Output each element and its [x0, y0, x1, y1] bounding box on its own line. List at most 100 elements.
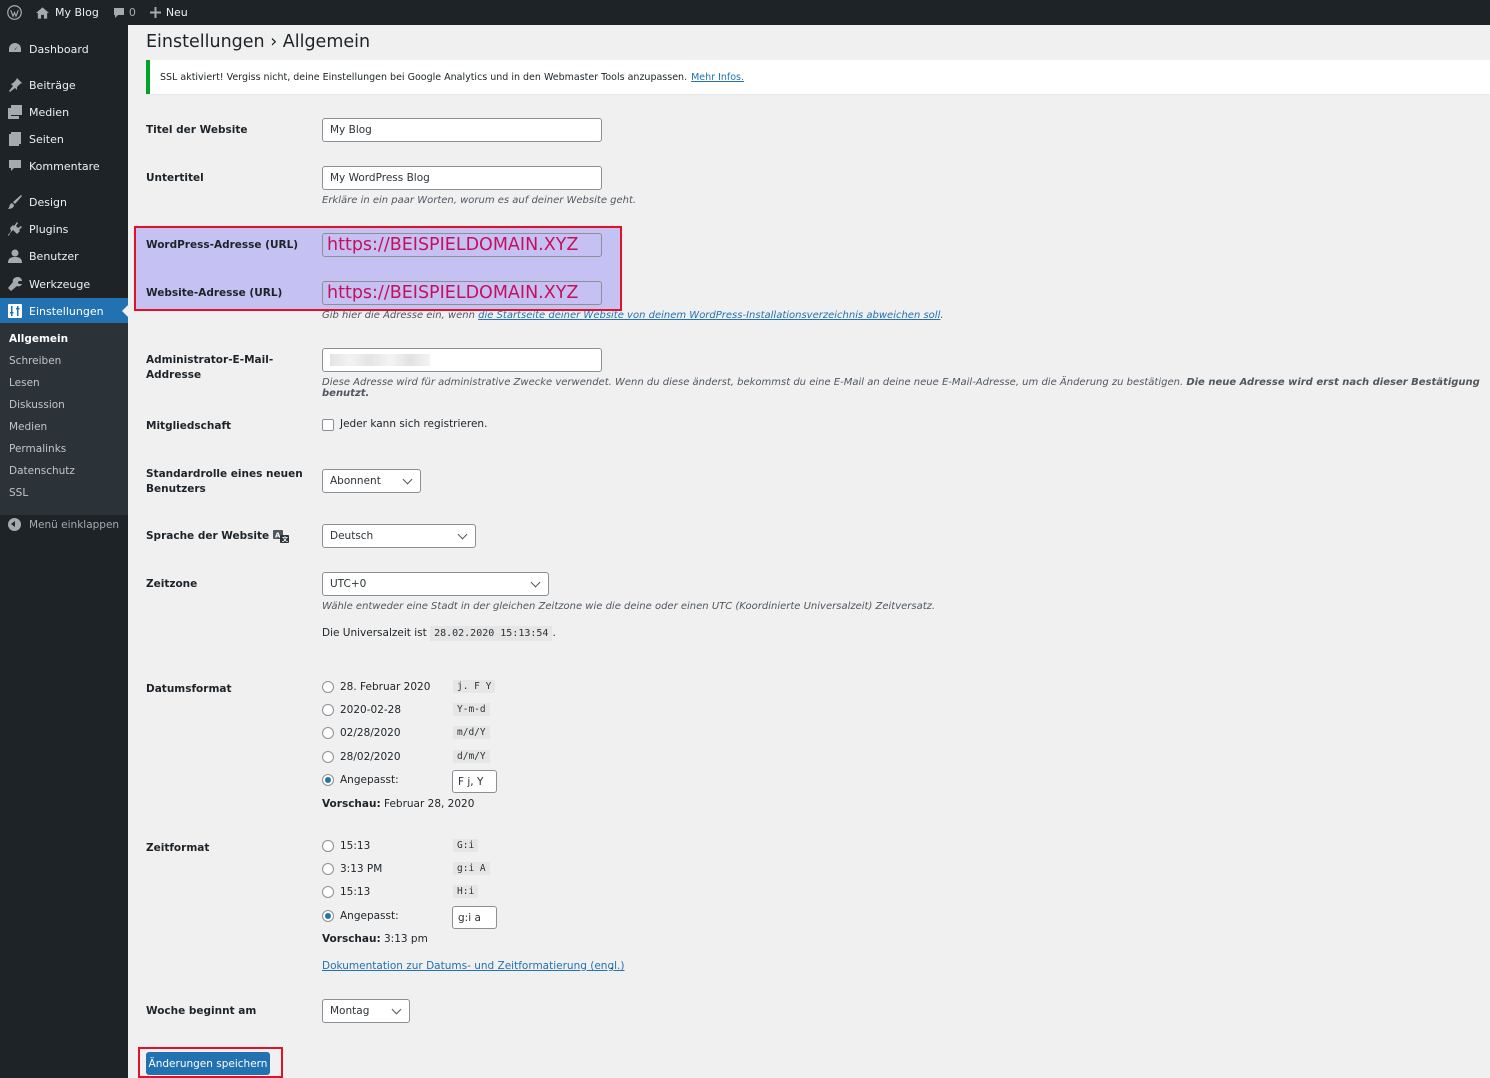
sidebar-item-media[interactable]: Medien	[0, 99, 128, 125]
settings-icon	[8, 304, 22, 318]
date-format-custom-input[interactable]: F j, Y	[452, 770, 497, 793]
time-format-option-1[interactable]: 15:13	[340, 840, 370, 852]
new-content-link[interactable]: Neu	[143, 0, 195, 25]
sidebar-item-plugins[interactable]: Plugins	[0, 216, 128, 242]
page-icon	[8, 132, 22, 146]
comment-icon	[8, 159, 22, 173]
date-format-preview: Vorschau: Februar 28, 2020	[322, 798, 475, 810]
membership-checkbox[interactable]	[322, 419, 334, 431]
date-format-custom-label[interactable]: Angepasst:	[340, 774, 399, 786]
submenu-item-general[interactable]: Allgemein	[9, 333, 68, 345]
timezone-label: Zeitzone	[146, 578, 198, 590]
comments-link[interactable]: 0	[106, 0, 143, 25]
submenu-item-writing[interactable]: Schreiben	[9, 355, 61, 367]
submenu-item-ssl[interactable]: SSL	[9, 487, 28, 499]
chevron-down-icon	[530, 577, 541, 587]
wordpress-address-input[interactable]: https://BEISPIELDOMAIN.XYZ	[322, 233, 602, 257]
plus-icon	[149, 7, 161, 18]
settings-submenu: Allgemein Schreiben Lesen Diskussion Med…	[0, 323, 128, 515]
admin-sidebar: Dashboard Beiträge Medien Seiten Komment…	[0, 25, 128, 1078]
date-format-radio-2[interactable]	[322, 704, 334, 716]
sidebar-item-posts[interactable]: Beiträge	[0, 72, 128, 98]
user-icon	[8, 249, 22, 263]
time-format-option-2[interactable]: 3:13 PM	[340, 863, 382, 875]
time-format-radio-2[interactable]	[322, 863, 334, 875]
timezone-select[interactable]: UTC+0	[322, 572, 549, 596]
admin-email-label: Administrator-E-Mail- Addresse	[146, 354, 274, 381]
brush-icon	[8, 195, 22, 209]
time-format-custom-input[interactable]: g:i a	[452, 906, 497, 929]
chevron-down-icon	[402, 474, 413, 484]
site-language-select[interactable]: Deutsch	[322, 524, 476, 548]
date-format-option-3[interactable]: 02/28/2020	[340, 727, 401, 739]
sidebar-item-pages[interactable]: Seiten	[0, 126, 128, 152]
comment-icon	[113, 7, 125, 19]
time-format-code-3: H:i	[453, 885, 479, 898]
default-role-select[interactable]: Abonnent	[322, 469, 421, 493]
site-name-link[interactable]: My Blog	[29, 0, 106, 25]
notice-text: SSL aktiviert! Vergiss nicht, deine Eins…	[160, 71, 688, 83]
date-format-code-3: m/d/Y	[453, 726, 490, 739]
language-label: Sprache der Website A文	[146, 530, 290, 543]
time-format-radio-1[interactable]	[322, 840, 334, 852]
time-format-radio-3[interactable]	[322, 886, 334, 898]
date-format-radio-4[interactable]	[322, 751, 334, 763]
site-name: My Blog	[55, 6, 99, 19]
time-format-code-2: g:i A	[453, 862, 490, 875]
media-icon	[8, 105, 22, 119]
membership-label: Mitgliedschaft	[146, 420, 232, 432]
collapse-menu-button[interactable]: Menü einklappen	[8, 518, 119, 531]
sidebar-item-comments[interactable]: Kommentare	[0, 153, 128, 179]
collapse-icon	[8, 518, 21, 531]
sidebar-item-settings[interactable]: Einstellungen	[0, 298, 128, 324]
site-address-input[interactable]: https://BEISPIELDOMAIN.XYZ	[322, 281, 602, 305]
time-format-custom-label[interactable]: Angepasst:	[340, 910, 399, 922]
translation-icon: A文	[273, 530, 290, 543]
date-format-radio-1[interactable]	[322, 681, 334, 693]
time-format-option-3[interactable]: 15:13	[340, 886, 370, 898]
date-format-option-1[interactable]: 28. Februar 2020	[340, 681, 430, 693]
submenu-item-reading[interactable]: Lesen	[9, 377, 40, 389]
default-role-label: Standardrolle eines neuen Benutzers	[146, 468, 303, 495]
submenu-item-media[interactable]: Medien	[9, 421, 47, 433]
sidebar-item-tools[interactable]: Werkzeuge	[0, 271, 128, 297]
date-format-radio-custom[interactable]	[322, 774, 334, 786]
admin-bar: My Blog 0 Neu	[0, 0, 1490, 25]
sidebar-item-dashboard[interactable]: Dashboard	[0, 36, 128, 62]
date-time-docs-link[interactable]: Dokumentation zur Datums- und Zeitformat…	[322, 960, 624, 972]
new-label: Neu	[165, 6, 188, 19]
chevron-down-icon	[391, 1004, 402, 1014]
tagline-input[interactable]: My WordPress Blog	[322, 166, 602, 190]
utc-time-value: 28.02.2020 15:13:54	[430, 626, 553, 641]
date-format-option-2[interactable]: 2020-02-28	[340, 704, 401, 716]
sidebar-item-design[interactable]: Design	[0, 189, 128, 215]
notice-more-info-link[interactable]: Mehr Infos.	[691, 72, 744, 83]
admin-email-description: Diese Adresse wird für administrative Zw…	[322, 377, 1480, 399]
admin-email-input[interactable]	[322, 348, 602, 372]
plugin-icon	[8, 222, 22, 236]
time-format-radio-custom[interactable]	[322, 910, 334, 922]
week-start-select[interactable]: Montag	[322, 999, 410, 1023]
submenu-item-privacy[interactable]: Datenschutz	[9, 465, 75, 477]
page-title: Einstellungen › Allgemein	[146, 32, 371, 52]
membership-checkbox-label[interactable]: Jeder kann sich registrieren.	[340, 418, 487, 430]
date-format-option-4[interactable]: 28/02/2020	[340, 751, 401, 763]
date-format-code-1: j. F Y	[453, 680, 496, 693]
site-address-label: Website-Adresse (URL)	[146, 287, 283, 299]
date-format-radio-3[interactable]	[322, 727, 334, 739]
pin-icon	[8, 78, 22, 92]
chevron-down-icon	[457, 529, 468, 539]
site-address-description: Gib hier die Adresse ein, wenn die Start…	[322, 310, 944, 321]
site-title-input[interactable]: My Blog	[322, 118, 602, 142]
time-format-code-1: G:i	[453, 839, 479, 852]
save-changes-button[interactable]: Änderungen speichern	[146, 1052, 270, 1075]
date-format-code-2: Y-m-d	[453, 703, 490, 716]
wordpress-logo-icon[interactable]	[0, 0, 29, 25]
email-redacted-blur	[330, 354, 430, 366]
submenu-item-discussion[interactable]: Diskussion	[9, 399, 65, 411]
site-address-help-link[interactable]: die Startseite deiner Website von deinem…	[478, 310, 940, 321]
sidebar-item-users[interactable]: Benutzer	[0, 243, 128, 269]
date-format-code-4: d/m/Y	[453, 750, 490, 763]
submenu-item-permalinks[interactable]: Permalinks	[9, 443, 66, 455]
time-format-preview: Vorschau: 3:13 pm	[322, 933, 428, 945]
